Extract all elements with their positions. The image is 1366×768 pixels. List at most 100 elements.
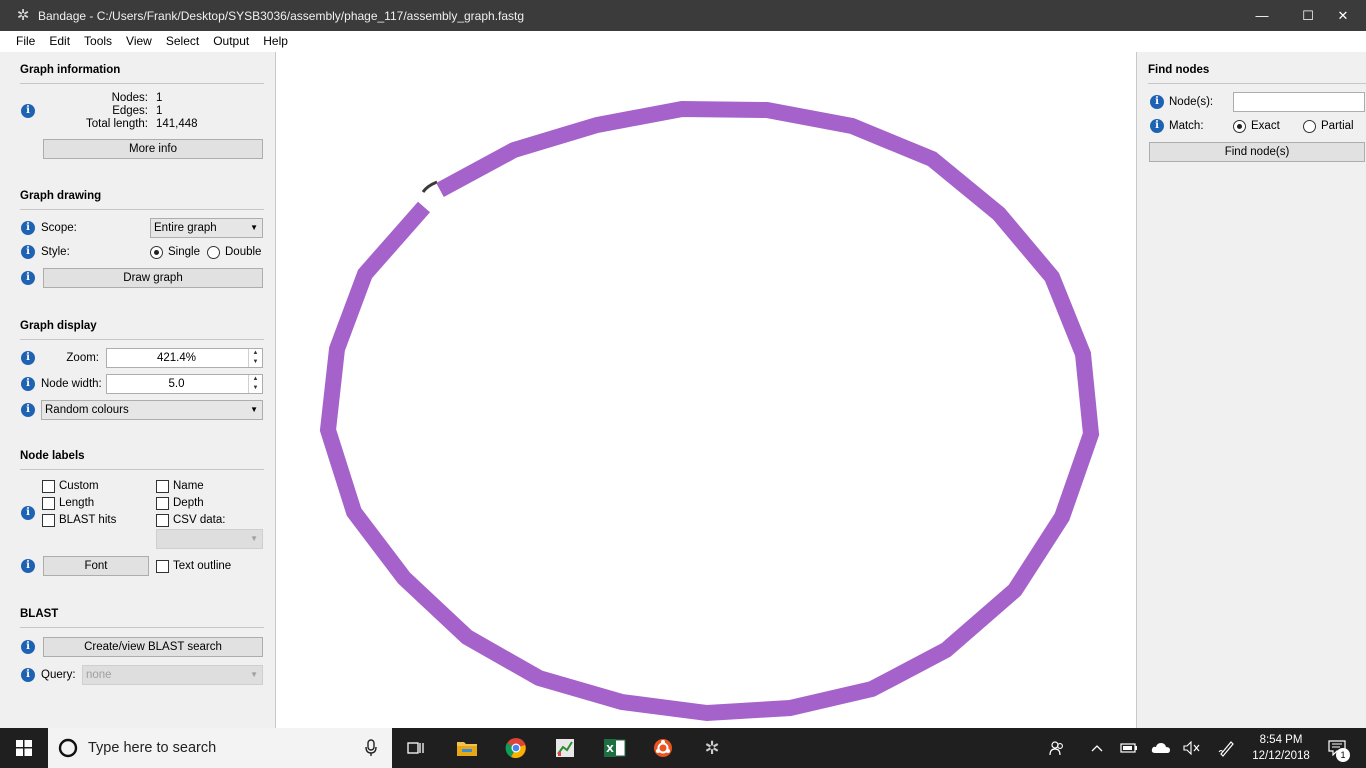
- menu-tools[interactable]: Tools: [77, 31, 119, 52]
- depth-checkbox[interactable]: [156, 497, 169, 510]
- info-icon[interactable]: i: [21, 245, 35, 259]
- create-blast-search-button[interactable]: Create/view BLAST search: [43, 637, 263, 657]
- info-icon[interactable]: i: [21, 668, 35, 682]
- menu-file[interactable]: File: [9, 31, 42, 52]
- action-center-icon[interactable]: 1: [1322, 728, 1352, 768]
- draw-graph-button[interactable]: Draw graph: [43, 268, 263, 288]
- info-icon[interactable]: i: [21, 104, 35, 118]
- csv-data-checkbox[interactable]: [156, 514, 169, 527]
- separator: [20, 339, 264, 340]
- start-button[interactable]: [0, 728, 48, 768]
- zoom-spinbox[interactable]: 421.4% ▲ ▼: [106, 348, 263, 368]
- info-icon[interactable]: i: [21, 559, 35, 573]
- font-button[interactable]: Font: [43, 556, 149, 576]
- menu-edit[interactable]: Edit: [42, 31, 77, 52]
- blast-title: BLAST: [20, 608, 59, 620]
- edges-label: Edges:: [112, 105, 148, 117]
- spin-arrows-icon[interactable]: ▲ ▼: [248, 349, 262, 367]
- task-view-icon[interactable]: [404, 736, 428, 760]
- style-single-radio[interactable]: [150, 246, 163, 259]
- separator: [20, 627, 264, 628]
- custom-checkbox[interactable]: [42, 480, 55, 493]
- style-double-radio[interactable]: [207, 246, 220, 259]
- menu-help[interactable]: Help: [256, 31, 295, 52]
- title-bar: ✲ Bandage - C:/Users/Frank/Desktop/SYSB3…: [0, 0, 1366, 31]
- info-icon[interactable]: i: [21, 640, 35, 654]
- file-explorer-icon[interactable]: [455, 736, 479, 760]
- chevron-up-icon[interactable]: [1086, 728, 1108, 768]
- blast-hits-checkbox[interactable]: [42, 514, 55, 527]
- spin-arrows-icon[interactable]: ▲ ▼: [248, 375, 262, 393]
- text-outline-checkbox[interactable]: [156, 560, 169, 573]
- length-label: Length: [59, 497, 95, 509]
- info-icon[interactable]: i: [21, 271, 35, 285]
- match-partial-label: Partial: [1321, 120, 1354, 132]
- separator: [20, 209, 264, 210]
- query-dropdown[interactable]: none ▼: [82, 665, 263, 685]
- pen-ink-icon[interactable]: [1216, 728, 1238, 768]
- menu-bar: File Edit Tools View Select Output Help: [0, 31, 1366, 52]
- length-checkbox[interactable]: [42, 497, 55, 510]
- info-icon[interactable]: i: [21, 506, 35, 520]
- nodes-search-input[interactable]: [1233, 92, 1365, 112]
- custom-label: Custom: [59, 480, 99, 492]
- scope-value: Entire graph: [154, 222, 217, 234]
- people-icon[interactable]: [1044, 728, 1070, 768]
- node-labels-title: Node labels: [20, 450, 85, 462]
- info-icon[interactable]: i: [1150, 95, 1164, 109]
- name-checkbox[interactable]: [156, 480, 169, 493]
- blast-hits-label: BLAST hits: [59, 514, 117, 526]
- node-width-value: 5.0: [168, 378, 185, 390]
- microphone-icon[interactable]: [365, 739, 377, 757]
- menu-view[interactable]: View: [119, 31, 159, 52]
- onedrive-icon[interactable]: [1150, 728, 1172, 768]
- separator: [20, 83, 264, 84]
- match-exact-radio[interactable]: [1233, 120, 1246, 133]
- colour-scheme-value: Random colours: [45, 404, 129, 416]
- info-icon[interactable]: i: [21, 403, 35, 417]
- graph-node[interactable]: [319, 100, 1100, 722]
- info-icon[interactable]: i: [21, 221, 35, 235]
- window-title: Bandage - C:/Users/Frank/Desktop/SYSB303…: [38, 8, 525, 23]
- chevron-down-icon: ▼: [250, 405, 258, 414]
- bandage-taskbar-icon[interactable]: ✲: [700, 736, 724, 760]
- separator: [1148, 83, 1366, 84]
- style-label: Style:: [41, 246, 70, 258]
- csv-data-dropdown[interactable]: ▼: [156, 529, 263, 549]
- more-info-button[interactable]: More info: [43, 139, 263, 159]
- match-label: Match:: [1169, 120, 1204, 132]
- query-value: none: [86, 669, 112, 681]
- node-width-spinbox[interactable]: 5.0 ▲ ▼: [106, 374, 263, 394]
- graph-edge[interactable]: [421, 180, 438, 193]
- search-placeholder: Type here to search: [88, 740, 217, 756]
- taskbar-search-box[interactable]: Type here to search: [48, 728, 392, 768]
- chart-app-icon[interactable]: [553, 736, 577, 760]
- excel-icon[interactable]: X: [603, 736, 627, 760]
- graph-canvas[interactable]: [277, 52, 1136, 728]
- info-icon[interactable]: i: [1150, 119, 1164, 133]
- graph-display-title: Graph display: [20, 320, 97, 332]
- name-label: Name: [173, 480, 204, 492]
- menu-select[interactable]: Select: [159, 31, 206, 52]
- scope-dropdown[interactable]: Entire graph ▼: [150, 218, 263, 238]
- find-nodes-button[interactable]: Find node(s): [1149, 142, 1365, 162]
- find-nodes-title: Find nodes: [1148, 64, 1210, 76]
- battery-icon[interactable]: [1118, 728, 1140, 768]
- graph-view[interactable]: [277, 52, 1136, 728]
- menu-output[interactable]: Output: [206, 31, 256, 52]
- chevron-down-icon: ▼: [250, 223, 258, 232]
- clock-time: 8:54 PM: [1259, 734, 1303, 746]
- match-exact-label: Exact: [1251, 120, 1280, 132]
- info-icon[interactable]: i: [21, 377, 35, 391]
- close-button[interactable]: ✕: [1320, 0, 1366, 31]
- volume-muted-icon[interactable]: [1181, 728, 1203, 768]
- match-partial-radio[interactable]: [1303, 120, 1316, 133]
- info-icon[interactable]: i: [21, 351, 35, 365]
- ubuntu-icon[interactable]: [651, 736, 675, 760]
- colour-scheme-dropdown[interactable]: Random colours ▼: [41, 400, 263, 420]
- total-length-label: Total length:: [85, 118, 148, 130]
- chrome-icon[interactable]: [504, 736, 528, 760]
- minimize-button[interactable]: —: [1239, 0, 1285, 31]
- depth-label: Depth: [173, 497, 204, 509]
- system-clock[interactable]: 8:54 PM 12/12/2018: [1238, 732, 1324, 764]
